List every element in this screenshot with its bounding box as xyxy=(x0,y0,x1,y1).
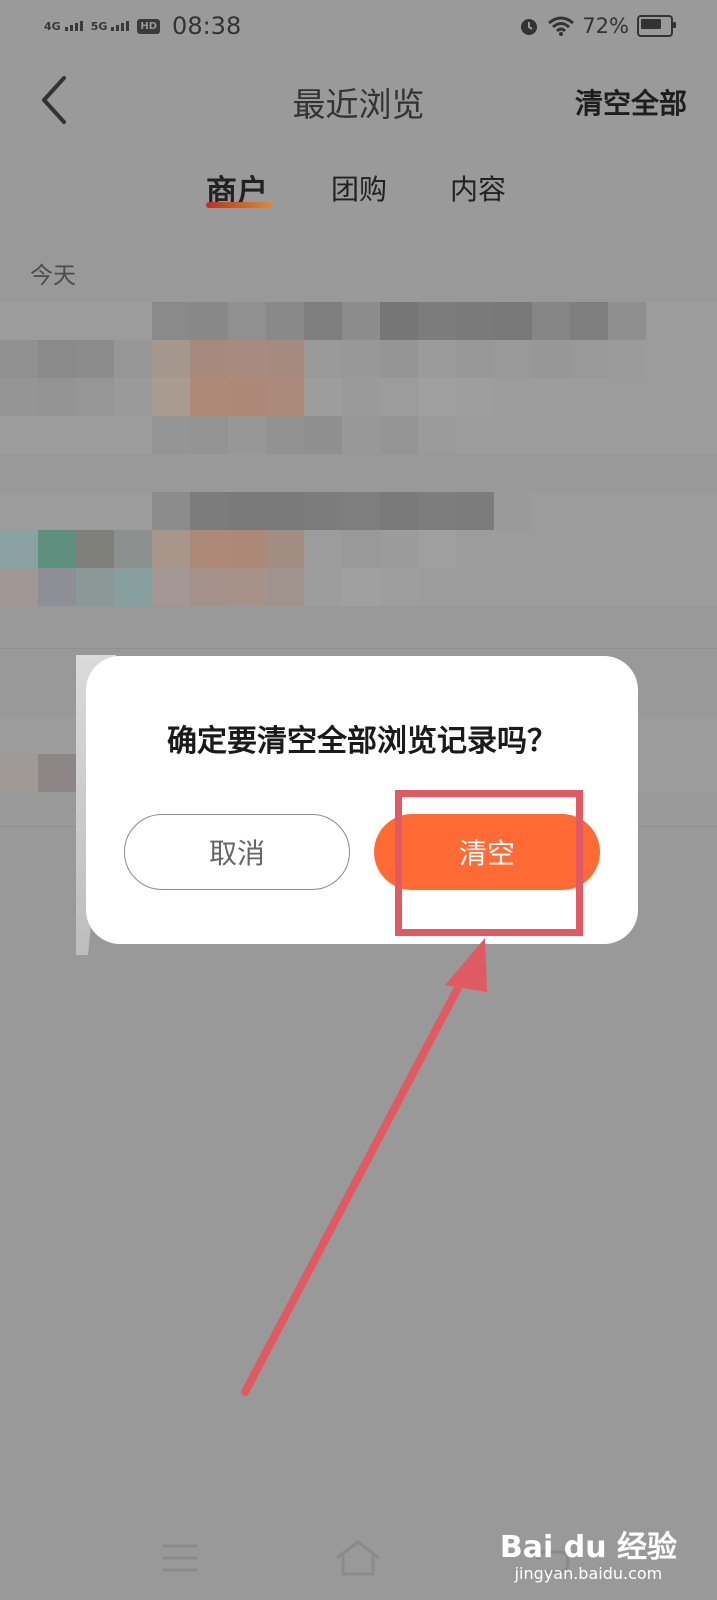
tab-bar: 商户 团购 内容 xyxy=(0,146,717,230)
divider xyxy=(0,648,717,649)
status-left: 4G 5G HD 08:38 xyxy=(44,12,241,40)
battery-percent: 72% xyxy=(582,14,629,38)
home-icon[interactable] xyxy=(333,1538,383,1578)
clock: 08:38 xyxy=(172,12,242,40)
tab-group-buy[interactable]: 团购 xyxy=(331,168,387,208)
status-right: 72% xyxy=(518,14,676,38)
net-label-2: 5G xyxy=(90,19,108,33)
list-item[interactable] xyxy=(0,492,717,606)
menu-icon[interactable] xyxy=(155,1538,205,1578)
header: 最近浏览 清空全部 xyxy=(0,56,717,146)
wifi-icon xyxy=(548,16,575,36)
clear-all-button[interactable]: 清空全部 xyxy=(575,82,687,122)
signal-5g-icon: 5G xyxy=(91,20,130,33)
section-date: 今天 xyxy=(30,263,76,289)
signal-4g-icon: 4G xyxy=(44,20,83,33)
alarm-icon xyxy=(521,19,538,35)
tab-indicator xyxy=(206,202,272,208)
highlight-box xyxy=(395,790,583,936)
watermark: Bai du 经验 jingyan.baidu.com xyxy=(500,1522,677,1583)
hd-icon: HD xyxy=(137,18,161,34)
screen: 4G 5G HD 08:38 72% 最近浏览 清空全部 商户 团购 内容 今天… xyxy=(0,0,717,1600)
list-item[interactable] xyxy=(0,302,717,454)
watermark-logo: Bai du 经验 xyxy=(499,1530,677,1565)
cancel-button[interactable]: 取消 xyxy=(124,814,350,890)
battery-icon xyxy=(637,15,676,37)
status-bar: 4G 5G HD 08:38 72% xyxy=(0,0,717,56)
watermark-url: jingyan.baidu.com xyxy=(514,1564,663,1583)
tab-content[interactable]: 内容 xyxy=(450,168,506,208)
dialog-message: 确定要清空全部浏览记录吗？ xyxy=(167,724,557,759)
net-label-1: 4G xyxy=(44,19,61,33)
